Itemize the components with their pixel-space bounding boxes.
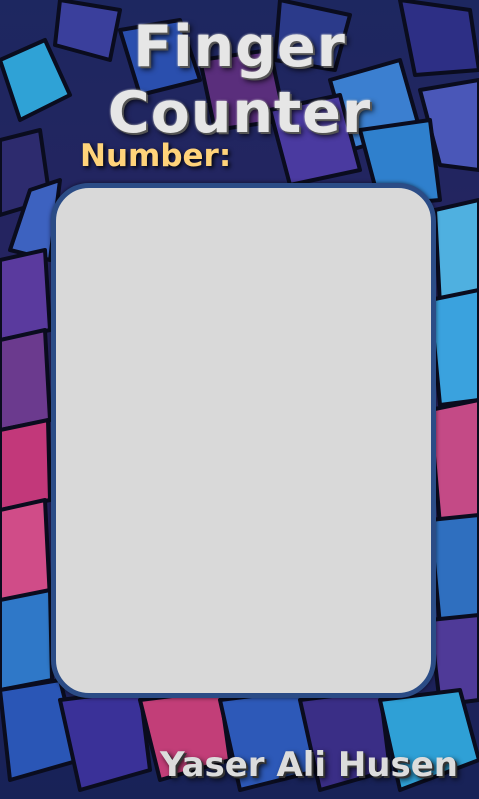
number-display-panel (51, 183, 436, 698)
number-label: Number: (80, 138, 232, 174)
author-credit: Yaser Ali Husen (160, 745, 458, 785)
app-title: Finger Counter (107, 14, 372, 146)
